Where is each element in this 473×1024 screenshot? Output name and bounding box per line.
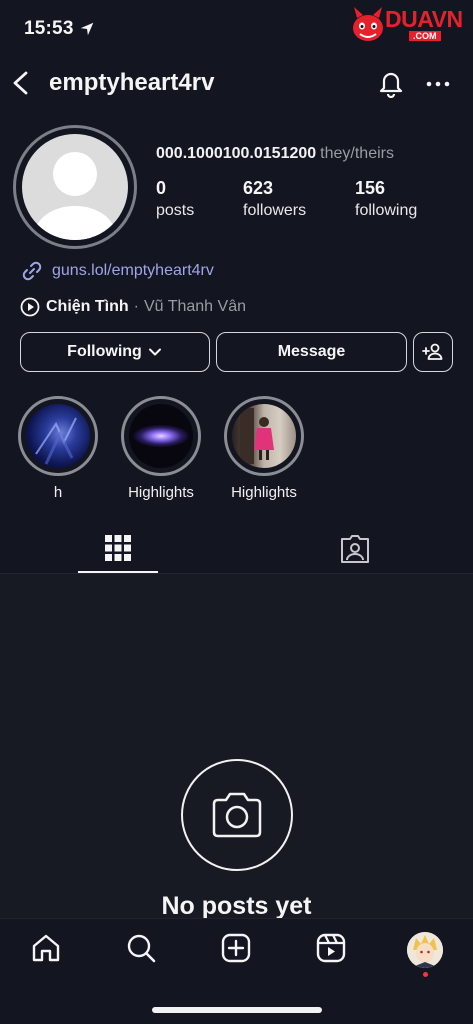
- highlight-h[interactable]: h: [17, 396, 99, 501]
- highlight-highlights-1[interactable]: Highlights: [120, 396, 202, 501]
- default-avatar-icon: [35, 152, 115, 240]
- full-name-text: 000.1000100.0151200: [156, 145, 317, 162]
- music-title: Chiện Tình: [46, 298, 129, 315]
- camera-icon: [212, 792, 262, 838]
- followers-label: followers: [243, 202, 307, 219]
- bio-link-text: guns.lol/emptyheart4rv: [52, 262, 214, 279]
- highlight-label: Highlights: [231, 484, 297, 501]
- status-time: 15:53: [24, 18, 74, 39]
- notification-bell-icon[interactable]: [377, 68, 405, 98]
- devil-mascot-icon: [353, 7, 383, 41]
- home-indicator: [152, 1007, 322, 1013]
- link-chain-icon: [22, 261, 42, 281]
- posts-label: posts: [156, 202, 195, 219]
- following-button-label: Following: [67, 343, 142, 360]
- highlight-label: Highlights: [128, 484, 194, 501]
- location-arrow-icon: [80, 22, 94, 36]
- home-icon[interactable]: [30, 932, 62, 964]
- empty-state-text: No posts yet: [161, 892, 312, 920]
- avatar-image: [407, 932, 443, 968]
- highlight-cover-image: [26, 404, 90, 468]
- following-count: 156: [355, 178, 386, 198]
- tab-tagged-icon[interactable]: [337, 531, 373, 567]
- watermark-logo: DUAVN .COM: [349, 2, 467, 46]
- suggested-users-button[interactable]: [413, 332, 453, 372]
- watermark-suffix: .COM: [409, 31, 441, 41]
- back-chevron-icon[interactable]: [10, 70, 32, 96]
- stat-posts: 0 posts: [156, 178, 194, 220]
- notification-dot: [423, 972, 428, 977]
- music-artist: Vũ Thanh Vân: [143, 298, 246, 315]
- stat-following[interactable]: 156 following: [355, 178, 417, 220]
- bio-link[interactable]: guns.lol/emptyheart4rv: [20, 259, 214, 283]
- search-icon[interactable]: [125, 932, 157, 964]
- create-post-icon[interactable]: [220, 932, 252, 964]
- stat-followers[interactable]: 623 followers: [243, 178, 306, 220]
- following-label: following: [355, 202, 418, 219]
- pronouns-text: they/theirs: [320, 145, 394, 162]
- chevron-down-icon: [148, 348, 161, 356]
- tab-posts-grid-icon[interactable]: [100, 530, 136, 566]
- highlight-cover-image: [129, 404, 193, 468]
- music-separator: ·: [133, 298, 139, 315]
- highlight-label: h: [53, 484, 63, 501]
- profile-username: emptyheart4rv: [49, 69, 215, 96]
- profile-tab-avatar[interactable]: [407, 932, 443, 968]
- profile-music[interactable]: Chiện Tình · Vũ Thanh Vân: [20, 297, 246, 317]
- message-button[interactable]: Message: [216, 332, 407, 372]
- highlight-cover-image: [232, 404, 296, 468]
- reels-icon[interactable]: [315, 932, 347, 964]
- play-circle-icon: [20, 297, 40, 317]
- followers-count: 623: [243, 178, 274, 198]
- posts-count: 0: [156, 178, 167, 198]
- profile-avatar[interactable]: [13, 125, 137, 249]
- highlight-highlights-2[interactable]: Highlights: [223, 396, 305, 501]
- watermark-brand: DUAVN: [385, 6, 463, 32]
- message-button-label: Message: [277, 343, 346, 360]
- profile-full-name: 000.1000100.0151200 they/theirs: [156, 145, 394, 163]
- more-options-icon[interactable]: [425, 72, 451, 96]
- add-person-icon: [422, 343, 443, 360]
- following-button[interactable]: Following: [20, 332, 210, 372]
